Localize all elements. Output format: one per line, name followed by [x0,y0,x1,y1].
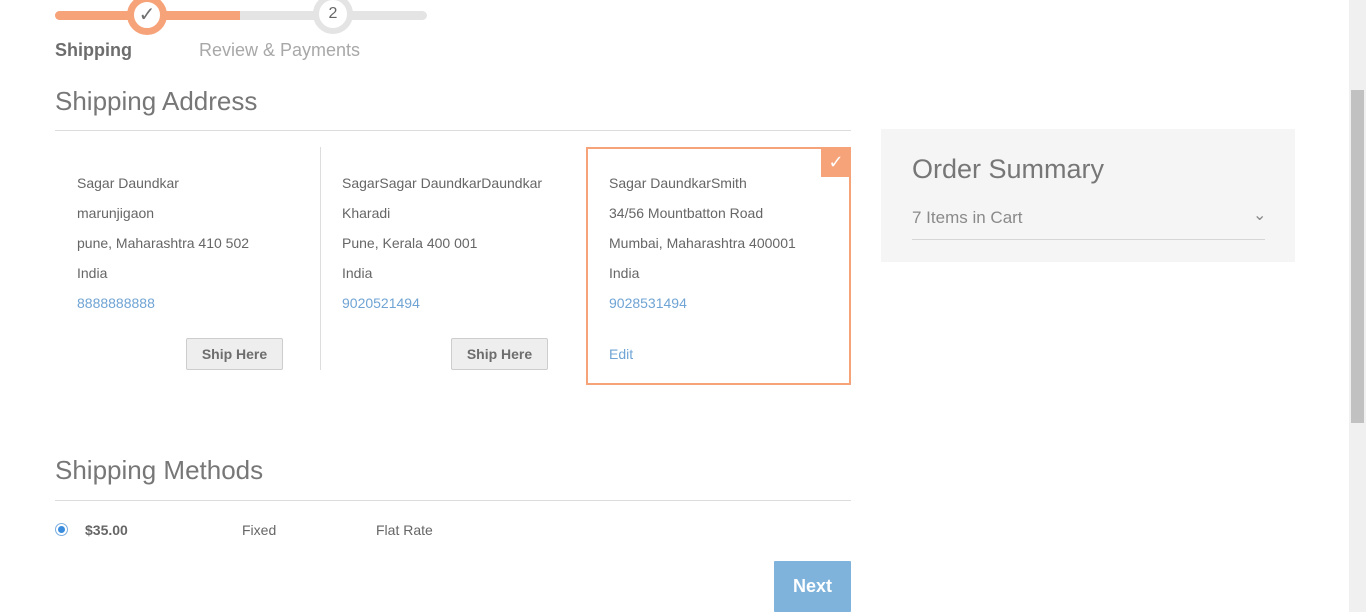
address-name: Sagar Daundkar [77,175,179,191]
address-name: Sagar DaundkarSmith [609,175,747,191]
address-country: India [609,265,640,281]
method-carrier: Flat Rate [376,522,433,538]
shipping-methods-title: Shipping Methods [55,455,264,485]
order-summary-panel: Order Summary 7 Items in Cart ⌄ [881,129,1295,262]
address-city: pune, Maharashtra 410 502 [77,235,250,251]
address-street: Kharadi [342,205,391,221]
step-shipping-label: Shipping [55,40,132,60]
address-card: SagarSagar DaundkarDaundkar Kharadi Pune… [321,147,586,370]
order-summary-title: Order Summary [912,154,1105,184]
method-price: $35.00 [85,522,128,538]
address-card: Sagar Daundkar marunjigaon pune, Maharas… [56,147,321,370]
address-street: marunjigaon [77,205,155,221]
scrollbar-thumb[interactable] [1351,90,1364,423]
address-city: Pune, Kerala 400 001 [342,235,478,251]
divider [912,239,1265,240]
divider [55,500,851,501]
divider [55,130,851,131]
address-card-selected: ✓ Sagar DaundkarSmith 34/56 Mountbatton … [586,147,851,385]
ship-here-button[interactable]: Ship Here [186,338,283,370]
step-number: 2 [328,5,338,22]
address-phone[interactable]: 8888888888 [77,295,155,311]
address-country: India [77,265,108,281]
address-country: India [342,265,373,281]
step-review-indicator: 2 [313,0,353,34]
address-phone[interactable]: 9028531494 [609,295,687,311]
shipping-method-radio[interactable] [55,523,68,536]
selected-check-icon: ✓ [821,147,851,177]
shipping-address-title: Shipping Address [55,86,258,116]
items-in-cart-toggle[interactable]: 7 Items in Cart [912,208,1023,228]
method-type: Fixed [242,522,277,538]
check-icon: ✓ [138,4,156,26]
address-name: SagarSagar DaundkarDaundkar [342,175,543,191]
address-city: Mumbai, Maharashtra 400001 [609,235,796,251]
step-review-label[interactable]: Review & Payments [199,40,360,61]
address-street: 34/56 Mountbatton Road [609,205,764,221]
address-phone[interactable]: 9020521494 [342,295,420,311]
edit-address-link[interactable]: Edit [609,346,633,362]
ship-here-button[interactable]: Ship Here [451,338,548,370]
scrollbar[interactable] [1349,0,1366,612]
step-shipping-indicator: ✓ [127,0,167,35]
chevron-down-icon[interactable]: ⌄ [1253,205,1266,225]
next-button[interactable]: Next [774,561,851,612]
